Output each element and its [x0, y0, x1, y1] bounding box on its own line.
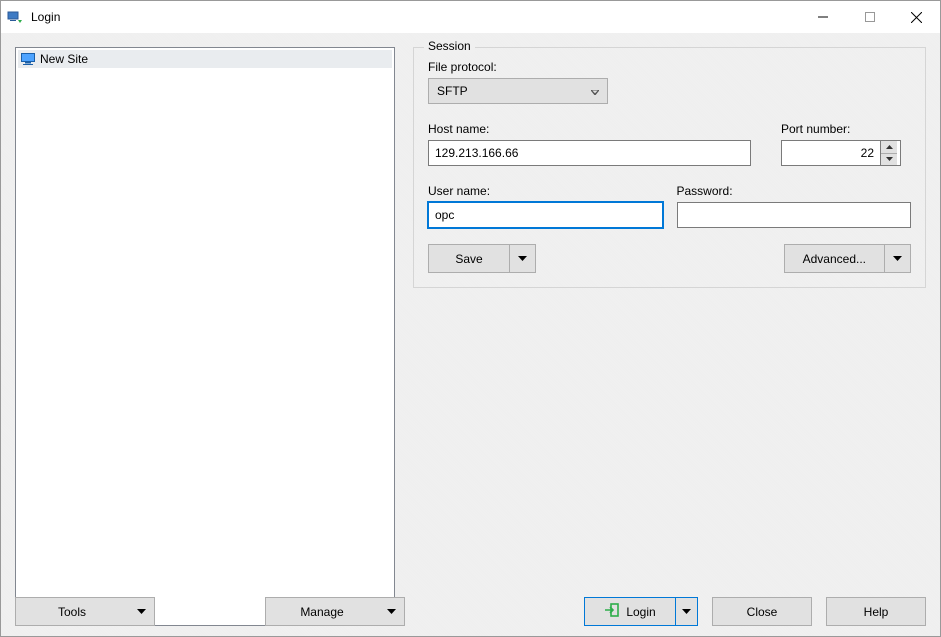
- dialog-footer: Login Close Help: [397, 597, 926, 626]
- tools-button-label: Tools: [16, 598, 128, 625]
- help-button[interactable]: Help: [826, 597, 926, 626]
- save-button[interactable]: Save: [428, 244, 536, 273]
- save-dropdown-arrow[interactable]: [509, 245, 535, 272]
- save-button-label: Save: [429, 245, 509, 272]
- username-label: User name:: [428, 184, 663, 198]
- maximize-button[interactable]: [846, 1, 893, 33]
- session-legend: Session: [424, 39, 475, 53]
- login-dropdown-arrow[interactable]: [675, 598, 697, 625]
- titlebar: Login: [1, 1, 940, 33]
- left-toolbar: Tools Manage: [15, 597, 405, 626]
- host-name-label: Host name:: [428, 122, 751, 136]
- port-number-input[interactable]: [782, 141, 880, 165]
- tools-dropdown-arrow[interactable]: [128, 598, 154, 625]
- sites-panel: New Site: [15, 47, 395, 626]
- advanced-dropdown-arrow[interactable]: [884, 245, 910, 272]
- file-protocol-value: SFTP: [437, 84, 468, 98]
- manage-button[interactable]: Manage: [265, 597, 405, 626]
- login-icon: [604, 602, 620, 621]
- app-icon: [7, 9, 23, 25]
- password-input[interactable]: [677, 202, 912, 228]
- close-window-button[interactable]: [893, 1, 940, 33]
- close-button-label: Close: [747, 605, 778, 619]
- content-area: New Site Session File protocol: SFTP Hos…: [1, 33, 940, 636]
- file-protocol-select[interactable]: SFTP: [428, 78, 608, 104]
- chevron-down-icon: [591, 84, 599, 98]
- manage-button-label: Manage: [266, 598, 378, 625]
- minimize-button[interactable]: [799, 1, 846, 33]
- site-item-label: New Site: [40, 52, 88, 66]
- session-fieldset: Session File protocol: SFTP Host name: P…: [413, 47, 926, 288]
- password-label: Password:: [677, 184, 912, 198]
- help-button-label: Help: [864, 605, 889, 619]
- port-step-up[interactable]: [881, 141, 897, 154]
- port-number-stepper[interactable]: [781, 140, 901, 166]
- advanced-button[interactable]: Advanced...: [784, 244, 911, 273]
- port-number-label: Port number:: [781, 122, 911, 136]
- file-protocol-label: File protocol:: [428, 60, 911, 74]
- close-button[interactable]: Close: [712, 597, 812, 626]
- tools-button[interactable]: Tools: [15, 597, 155, 626]
- monitor-icon: [20, 51, 36, 67]
- port-step-down[interactable]: [881, 154, 897, 166]
- username-input[interactable]: [428, 202, 663, 228]
- session-panel: Session File protocol: SFTP Host name: P…: [413, 47, 926, 626]
- site-item-new-site[interactable]: New Site: [18, 50, 392, 68]
- login-button-label: Login: [626, 605, 655, 619]
- login-dialog: Login: [0, 0, 941, 637]
- window-controls: [799, 1, 940, 33]
- window-title: Login: [31, 10, 60, 24]
- sites-tree[interactable]: New Site: [15, 47, 395, 626]
- login-button[interactable]: Login: [584, 597, 698, 626]
- host-name-input[interactable]: [428, 140, 751, 166]
- advanced-button-label: Advanced...: [785, 245, 884, 272]
